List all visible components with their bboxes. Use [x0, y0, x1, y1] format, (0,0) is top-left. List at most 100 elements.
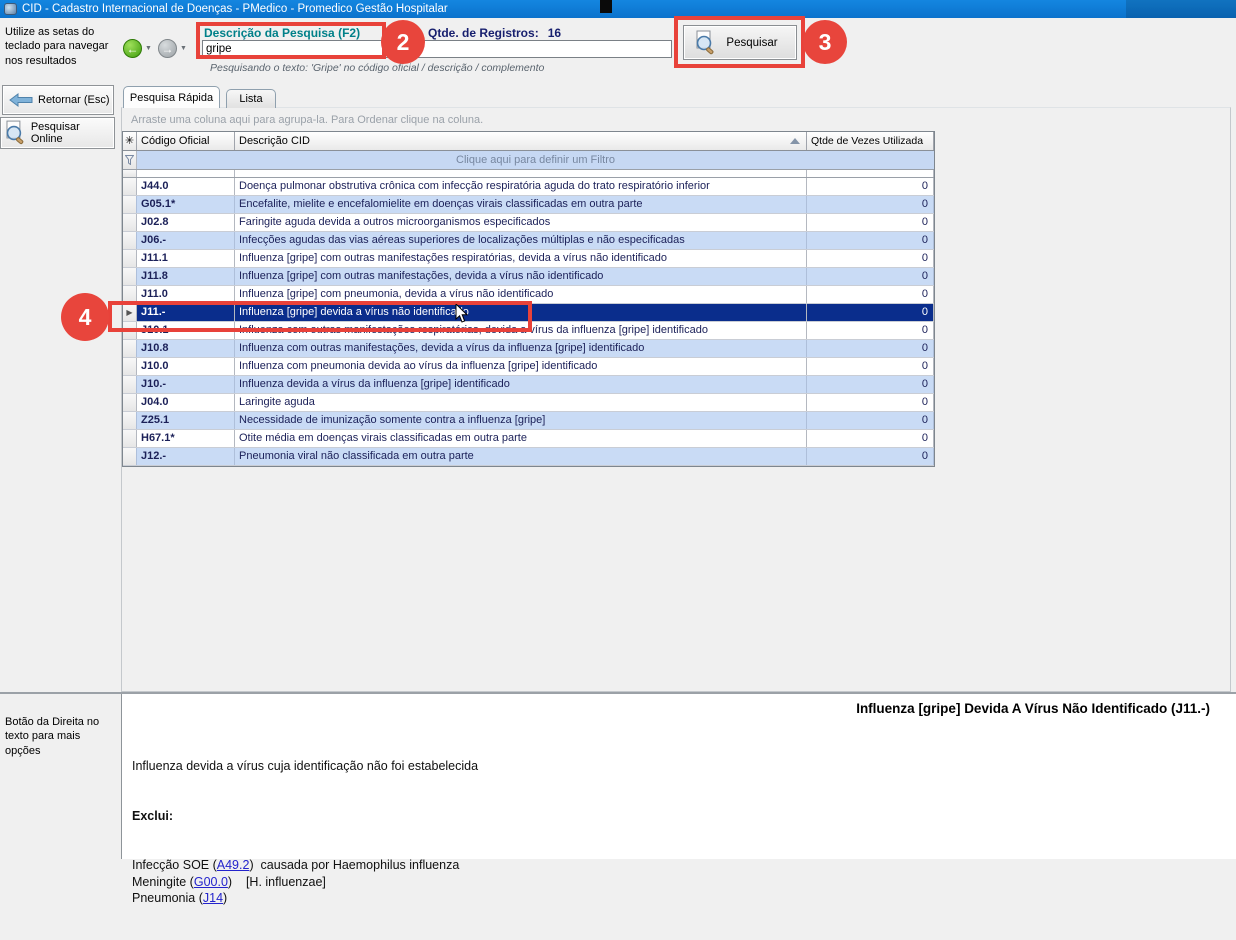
results-grid: ✳ Código Oficial Descrição CID Qtde de V…: [122, 131, 935, 467]
row-indicator: [123, 232, 137, 249]
annotation-box-search: [196, 22, 386, 59]
row-indicator: [123, 358, 137, 375]
cell-codigo: Z25.1: [137, 412, 235, 429]
cell-qtde: 0: [807, 394, 934, 411]
cell-qtde: 0: [807, 250, 934, 267]
search-document-icon: [4, 120, 26, 146]
nav-forward-button[interactable]: →: [158, 39, 177, 58]
cid-link[interactable]: G00.0: [194, 875, 228, 889]
exclusion-line: Infecção SOE (A49.2) causada por Haemoph…: [132, 857, 478, 874]
grid-header-row: ✳ Código Oficial Descrição CID Qtde de V…: [123, 132, 934, 151]
window-title: CID - Cadastro Internacional de Doenças …: [22, 3, 448, 15]
search-online-button[interactable]: Pesquisar Online: [0, 117, 115, 149]
detail-line: Influenza devida a vírus cuja identifica…: [132, 758, 478, 775]
cell-descricao: Doença pulmonar obstrutiva crônica com i…: [235, 178, 807, 195]
cell-codigo: J11.8: [137, 268, 235, 285]
row-indicator: [123, 430, 137, 447]
cell-descricao: Faringite aguda devida a outros microorg…: [235, 214, 807, 231]
annotation-box-pesquisar: [674, 16, 805, 68]
return-button[interactable]: Retornar (Esc): [2, 85, 114, 115]
titlebar-right-shade: [1126, 0, 1236, 18]
cell-qtde: 0: [807, 214, 934, 231]
back-arrow-icon: [9, 93, 33, 107]
exclusion-text: ) [H. influenzae]: [228, 875, 326, 889]
cid-link[interactable]: A49.2: [217, 858, 250, 872]
table-row[interactable]: H67.1*Otite média em doenças virais clas…: [123, 430, 934, 448]
annotation-badge-3: 3: [803, 20, 847, 64]
sort-ascending-icon: [790, 138, 800, 144]
table-row[interactable]: J12.-Pneumonia viral não classificada em…: [123, 448, 934, 466]
tab-pesquisa-rapida[interactable]: Pesquisa Rápida: [123, 86, 220, 108]
row-indicator: [123, 376, 137, 393]
cell-codigo: J10.8: [137, 340, 235, 357]
filter-hint-band[interactable]: Clique aqui para definir um Filtro: [137, 151, 934, 169]
cell-codigo: H67.1*: [137, 430, 235, 447]
row-indicator: [123, 340, 137, 357]
nav-back-button[interactable]: ←: [123, 39, 142, 58]
cell-codigo: J06.-: [137, 232, 235, 249]
cell-descricao: Influenza [gripe] com outras manifestaçõ…: [235, 268, 807, 285]
table-row[interactable]: J06.-Infecções agudas das vias aéreas su…: [123, 232, 934, 250]
cell-descricao: Influenza com outras manifestações, devi…: [235, 340, 807, 357]
detail-body: Influenza devida a vírus cuja identifica…: [132, 725, 478, 940]
table-row[interactable]: J44.0Doença pulmonar obstrutiva crônica …: [123, 178, 934, 196]
exclusion-text: ) causada por Haemophilus influenza: [249, 858, 459, 872]
cell-descricao: Encefalite, mielite e encefalomielite em…: [235, 196, 807, 213]
cell-qtde: 0: [807, 448, 934, 465]
row-indicator: [123, 448, 137, 465]
table-row[interactable]: J02.8Faringite aguda devida a outros mic…: [123, 214, 934, 232]
filter-row[interactable]: Clique aqui para definir um Filtro: [123, 151, 934, 170]
funnel-icon: [123, 151, 137, 169]
redaction-mark: [600, 0, 612, 13]
table-row[interactable]: J11.8Influenza [gripe] com outras manife…: [123, 268, 934, 286]
nav-back-dropdown[interactable]: ▼: [145, 45, 152, 52]
cell-codigo: J10.0: [137, 358, 235, 375]
column-header-descricao[interactable]: Descrição CID: [235, 132, 807, 150]
app-icon: [4, 3, 17, 15]
right-click-hint: Botão da Direita no texto para mais opçõ…: [5, 715, 109, 758]
detail-title: Influenza [gripe] Devida A Vírus Não Ide…: [856, 701, 1210, 716]
cell-qtde: 0: [807, 358, 934, 375]
table-row[interactable]: Z25.1Necessidade de imunização somente c…: [123, 412, 934, 430]
cid-link[interactable]: J14: [203, 891, 223, 905]
annotation-badge-2: 2: [381, 20, 425, 64]
table-row[interactable]: G05.1*Encefalite, mielite e encefalomiel…: [123, 196, 934, 214]
column-header-codigo[interactable]: Código Oficial: [137, 132, 235, 150]
row-indicator: [123, 178, 137, 195]
cell-qtde: 0: [807, 268, 934, 285]
cell-qtde: 0: [807, 430, 934, 447]
cell-descricao: Necessidade de imunização somente contra…: [235, 412, 807, 429]
row-indicator: [123, 394, 137, 411]
cell-qtde: 0: [807, 196, 934, 213]
cell-descricao: Infecções agudas das vias aéreas superio…: [235, 232, 807, 249]
records-count: Qtde. de Registros:16: [428, 26, 561, 40]
cell-qtde: 0: [807, 178, 934, 195]
exclusion-text: Meningite (: [132, 875, 194, 889]
cell-descricao: Otite média em doenças virais classifica…: [235, 430, 807, 447]
table-row[interactable]: J10.-Influenza devida a vírus da influen…: [123, 376, 934, 394]
exclusion-line: Meningite (G00.0) [H. influenzae]: [132, 874, 478, 891]
table-row[interactable]: J10.8Influenza com outras manifestações,…: [123, 340, 934, 358]
table-row[interactable]: J11.1Influenza [gripe] com outras manife…: [123, 250, 934, 268]
cell-codigo: J44.0: [137, 178, 235, 195]
cell-qtde: 0: [807, 322, 934, 339]
row-indicator: [123, 250, 137, 267]
cell-codigo: G05.1*: [137, 196, 235, 213]
nav-forward-dropdown[interactable]: ▼: [180, 45, 187, 52]
table-row[interactable]: J04.0Laringite aguda0: [123, 394, 934, 412]
cell-descricao: Influenza [gripe] com outras manifestaçõ…: [235, 250, 807, 267]
exclusion-text: ): [223, 891, 227, 905]
exclui-label: Exclui:: [132, 808, 478, 825]
title-bar: CID - Cadastro Internacional de Doenças …: [0, 0, 1236, 18]
grid-spacer-row: [123, 170, 934, 178]
tab-lista[interactable]: Lista: [226, 89, 276, 108]
exclusion-text: Infecção SOE (: [132, 858, 217, 872]
search-scope-hint: Pesquisando o texto: 'Gripe' no código o…: [210, 62, 544, 74]
column-header-qtde[interactable]: Qtde de Vezes Utilizada: [807, 132, 934, 150]
table-row[interactable]: J10.0Influenza com pneumonia devida ao v…: [123, 358, 934, 376]
cell-qtde: 0: [807, 412, 934, 429]
row-indicator: [123, 412, 137, 429]
cell-codigo: J11.1: [137, 250, 235, 267]
cell-descricao: Pneumonia viral não classificada em outr…: [235, 448, 807, 465]
cell-descricao: Influenza devida a vírus da influenza [g…: [235, 376, 807, 393]
